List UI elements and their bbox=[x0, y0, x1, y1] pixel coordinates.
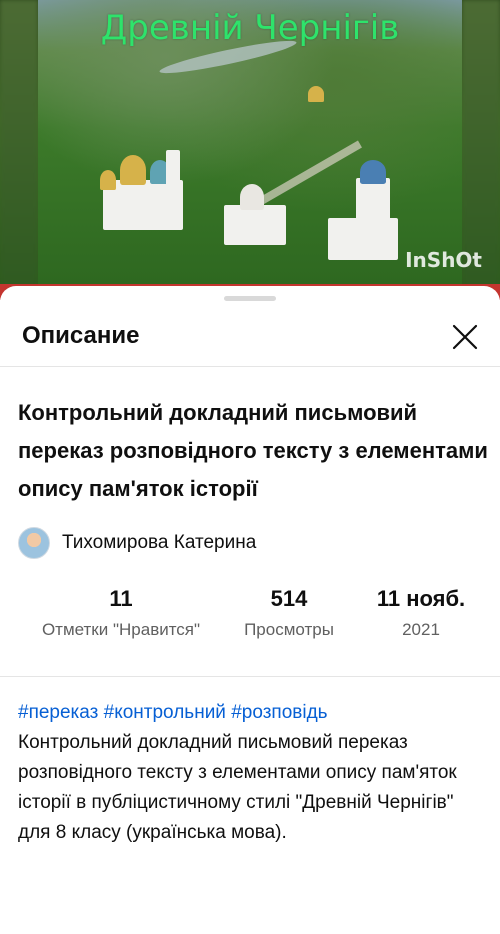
avatar[interactable] bbox=[18, 527, 50, 559]
video-overlay-title: Древній Чернігів bbox=[100, 8, 400, 48]
header-divider bbox=[0, 366, 500, 367]
dome-gold-small bbox=[100, 170, 116, 190]
description-sheet: Описание Контрольний докладний письмовий… bbox=[0, 286, 500, 934]
inshot-watermark: InShOt bbox=[405, 248, 482, 272]
upload-date: 11 нояб. bbox=[376, 586, 466, 611]
sheet-header: Описание bbox=[0, 310, 500, 362]
video-heading: Контрольний докладний письмовий переказ … bbox=[18, 400, 488, 501]
description-body: #переказ #контрольний #розповідь Контрол… bbox=[18, 698, 488, 848]
likes-count: 11 bbox=[109, 586, 133, 611]
views-label: Просмотры bbox=[244, 620, 334, 639]
stats-divider bbox=[0, 676, 500, 677]
hashtag-link[interactable]: #контрольний bbox=[104, 702, 226, 723]
description-text: Контрольний докладний письмовий переказ … bbox=[18, 732, 457, 843]
hashtag-row: #переказ #контрольний #розповідь bbox=[18, 698, 488, 728]
views-count: 514 bbox=[270, 586, 308, 611]
video-player[interactable]: Древній Чернігів InShOt bbox=[0, 0, 500, 300]
hashtag-link[interactable]: #переказ bbox=[18, 702, 98, 723]
stat-likes: 11 Отметки "Нравится" bbox=[22, 586, 220, 640]
close-button[interactable] bbox=[448, 320, 482, 354]
dome-distant bbox=[308, 86, 324, 102]
church-right-tower bbox=[356, 178, 390, 228]
stat-views: 514 Просмотры bbox=[230, 586, 348, 640]
stats-row: 11 Отметки "Нравится" 514 Просмотры 11 н… bbox=[0, 586, 500, 656]
stat-date: 11 нояб. 2021 bbox=[362, 586, 480, 640]
channel-row[interactable]: Тихомирова Катерина bbox=[18, 526, 256, 560]
dome-blue bbox=[360, 160, 386, 184]
cathedral-center bbox=[224, 205, 286, 245]
road-shape bbox=[254, 140, 362, 208]
sheet-title: Описание bbox=[22, 322, 140, 349]
hashtag-link[interactable]: #розповідь bbox=[231, 702, 327, 723]
dome-white bbox=[240, 184, 264, 210]
drag-handle[interactable] bbox=[224, 296, 276, 301]
close-icon bbox=[452, 324, 478, 350]
bell-tower bbox=[166, 150, 180, 200]
likes-label: Отметки "Нравится" bbox=[41, 620, 201, 639]
upload-year: 2021 bbox=[402, 620, 440, 639]
channel-name[interactable]: Тихомирова Катерина bbox=[62, 532, 256, 554]
dome-gold bbox=[120, 155, 146, 185]
